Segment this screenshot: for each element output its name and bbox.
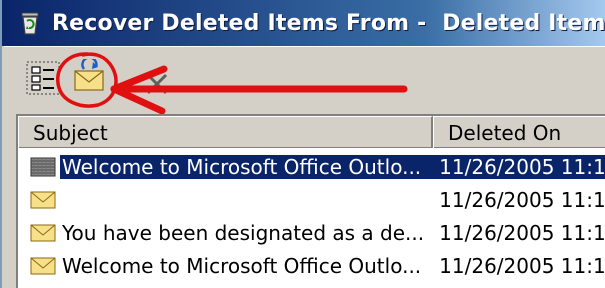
recycle-bin-icon [16, 9, 44, 37]
toolbar [4, 46, 605, 115]
purge-items-button[interactable] [140, 65, 174, 99]
item-deleted-on: 11/26/2005 11:10 [423, 154, 605, 179]
window-title: Recover Deleted Items From - Deleted Ite… [52, 10, 605, 36]
list-item[interactable]: Welcome to Microsoft Office Outlo... 11/… [18, 150, 605, 183]
item-deleted-on: 11/26/2005 11:10 [439, 253, 605, 278]
note-icon [30, 157, 56, 177]
item-subject: Welcome to Microsoft Office Outlo... [62, 253, 422, 278]
item-subject: You have been designated as a de... [62, 220, 424, 245]
list-item[interactable]: 11/26/2005 11:10 [18, 183, 605, 216]
list-view-button[interactable] [26, 61, 60, 95]
list-item[interactable]: Welcome to Microsoft Office Outlo... 11/… [18, 249, 605, 282]
title-bar[interactable]: Recover Deleted Items From - Deleted Ite… [2, 0, 605, 46]
list-view-icon [26, 61, 60, 95]
item-deleted-on: 11/26/2005 11:10 [439, 220, 605, 245]
list-item[interactable]: You have been designated as a de... 11/2… [18, 216, 605, 249]
column-header-subject[interactable]: Subject [18, 116, 433, 148]
list-header: Subject Deleted On [18, 116, 605, 148]
envelope-icon [30, 256, 56, 276]
envelope-icon [30, 223, 56, 243]
envelope-icon [30, 190, 56, 210]
item-subject: Welcome to Microsoft Office Outlo... [60, 154, 424, 179]
column-header-deleted-on[interactable]: Deleted On [433, 116, 605, 148]
recover-selected-items-button[interactable] [72, 56, 106, 93]
recover-deleted-items-window: Recover Deleted Items From - Deleted Ite… [0, 0, 605, 288]
deleted-items-list[interactable]: Subject Deleted On Welcome to Microsoft … [16, 114, 605, 288]
item-deleted-on: 11/26/2005 11:10 [439, 187, 605, 212]
recover-envelope-icon [74, 56, 104, 91]
purge-x-icon [146, 73, 168, 95]
